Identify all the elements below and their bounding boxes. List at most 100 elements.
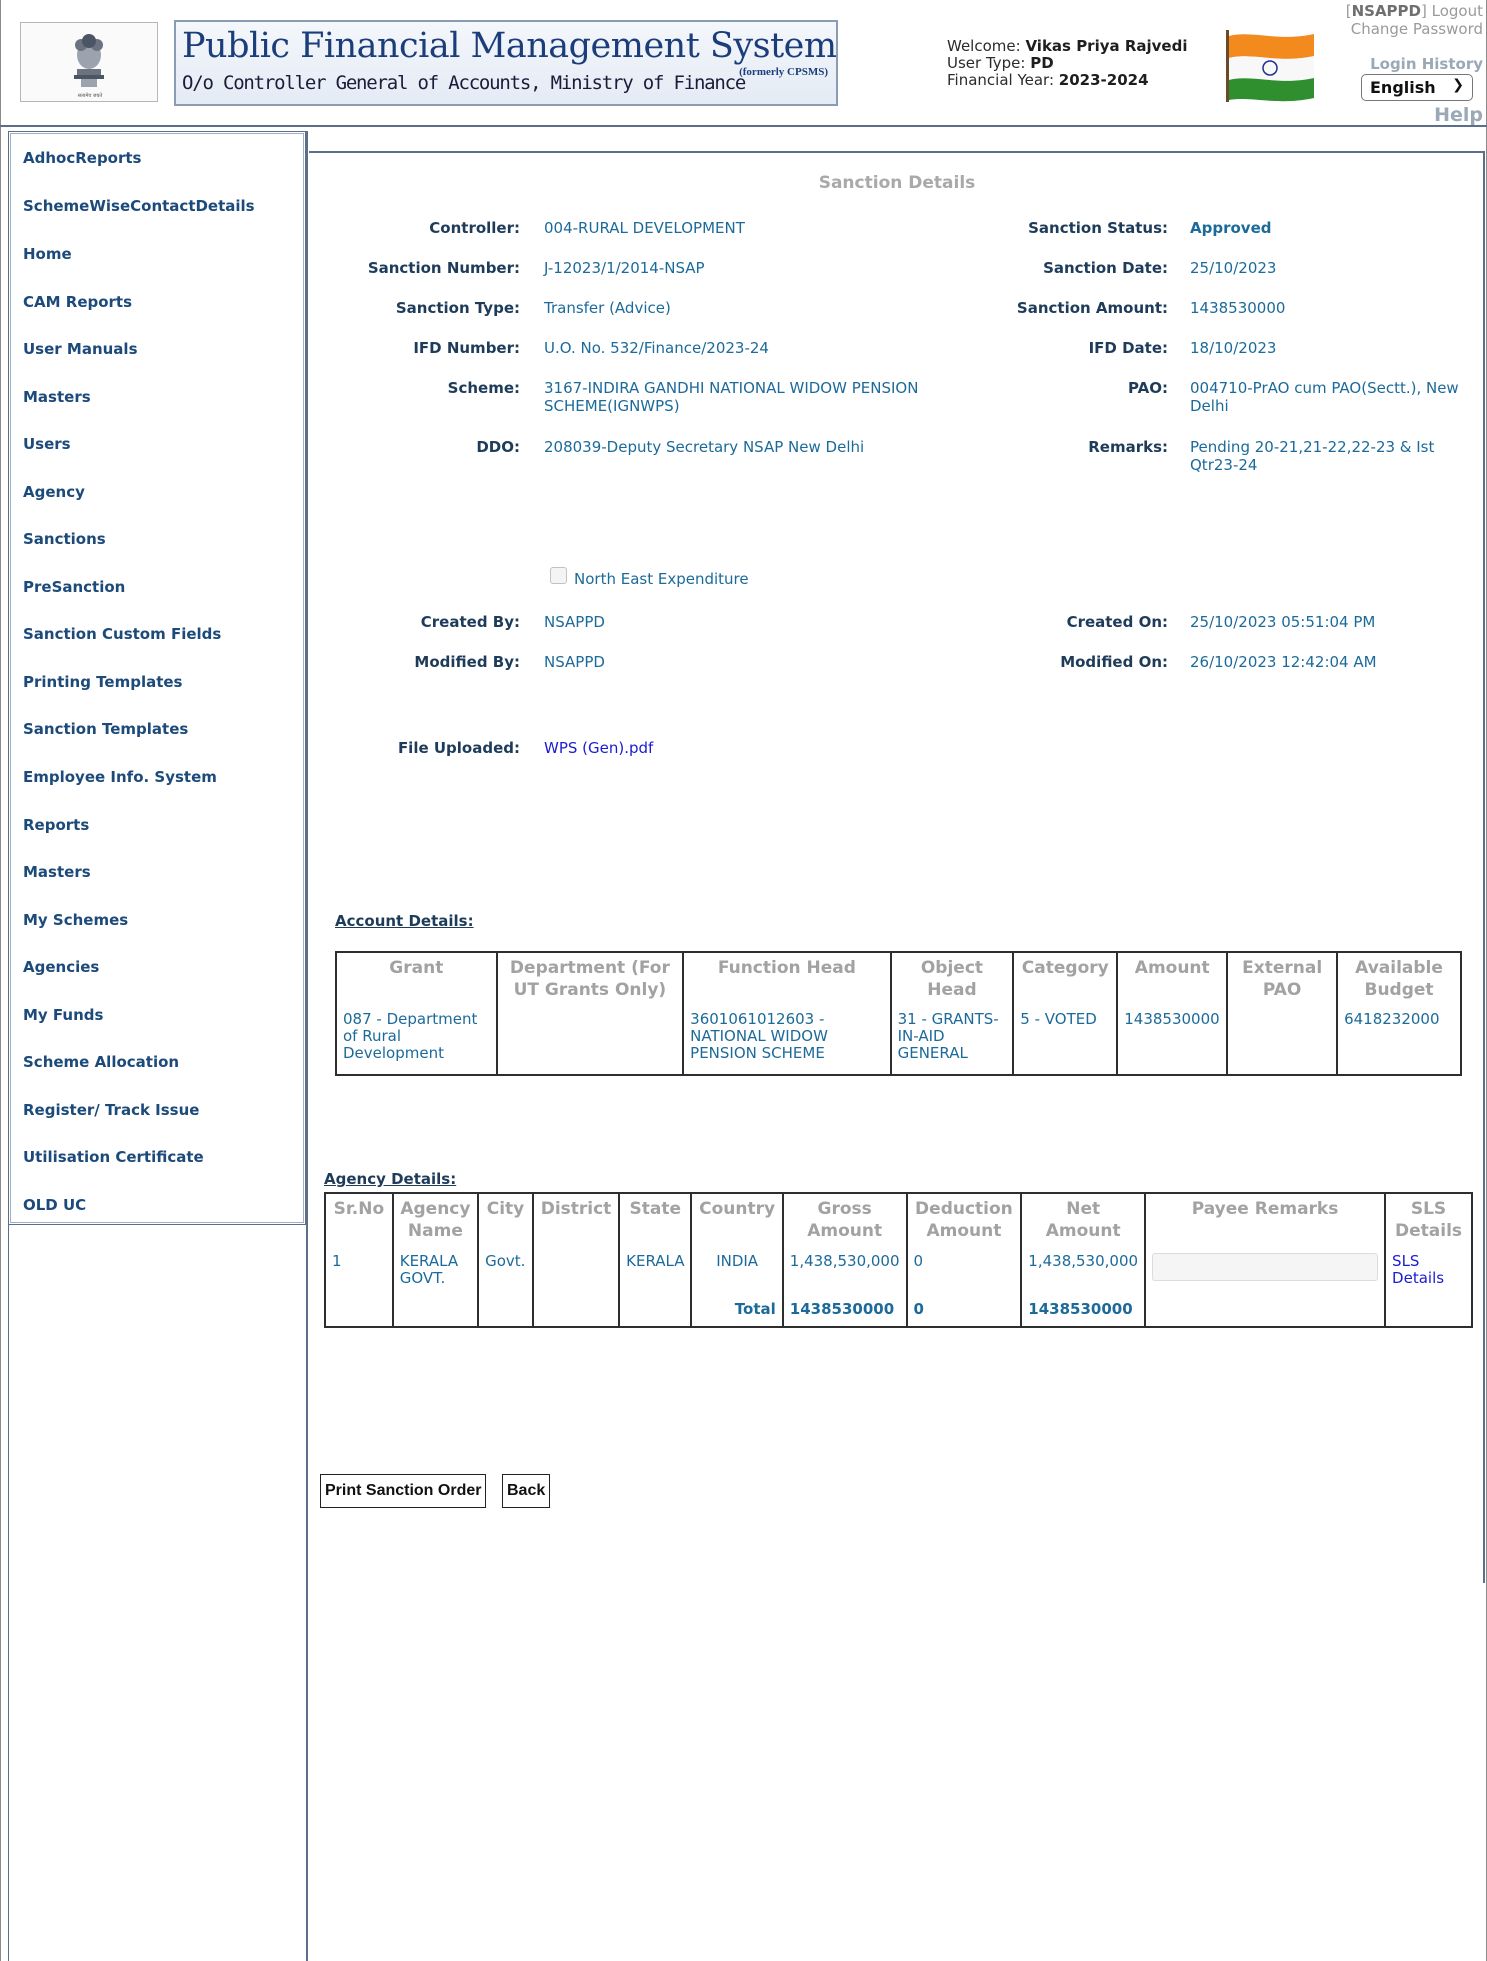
help-link[interactable]: Help (1434, 104, 1483, 126)
sidebar-item-users[interactable]: Users (23, 435, 71, 453)
content-top-border (309, 151, 1485, 153)
sanction-amount-value: 1438530000 (1190, 299, 1286, 317)
sls-details-header: SLS Details (1384, 1193, 1473, 1250)
sidebar-item-home[interactable]: Home (23, 245, 72, 263)
sls-details-link[interactable]: SLS Details (1392, 1252, 1444, 1287)
sidebar-item-my-funds[interactable]: My Funds (23, 1006, 103, 1024)
sidebar-item-old-uc[interactable]: OLD UC (23, 1196, 86, 1214)
back-button[interactable]: Back (502, 1474, 551, 1508)
payee-remarks-input[interactable] (1152, 1253, 1379, 1282)
modified-by-value: NSAPPD (544, 653, 605, 671)
agency-details-title: Agency Details: (324, 1170, 457, 1188)
city-cell: Govt. (477, 1249, 534, 1298)
sidebar-item-agency[interactable]: Agency (23, 483, 85, 501)
city-header: City (477, 1193, 534, 1250)
gross-amount-cell: 1,438,530,000 (781, 1249, 908, 1298)
sidebar-item-utilisation-certificate[interactable]: Utilisation Certificate (23, 1148, 204, 1166)
modified-on-label: Modified On: (1060, 653, 1168, 671)
category-header: Category (1012, 952, 1119, 1008)
agency-header-row: Sr.No Agency Name City District State Co… (324, 1193, 1473, 1250)
total-empty-2 (391, 1297, 480, 1327)
north-east-expenditure-checkbox[interactable] (550, 567, 567, 584)
sr-no-cell: 1 (324, 1249, 394, 1298)
modified-by-label: Modified By: (414, 653, 520, 671)
controller-label: Controller: (429, 219, 520, 237)
welcome-name: Vikas Priya Rajvedi (1025, 37, 1188, 55)
net-amount-header: Net Amount (1020, 1193, 1147, 1250)
login-history-link[interactable]: Login History (1370, 55, 1483, 73)
ddo-value: 208039-Deputy Secretary NSAP New Delhi (544, 438, 865, 456)
modified-on-value: 26/10/2023 12:42:04 AM (1190, 653, 1377, 671)
username: NSAPPD (1351, 2, 1421, 20)
department-header: Department (For UT Grants Only) (495, 952, 685, 1008)
total-empty-6 (1144, 1297, 1387, 1327)
file-uploaded-label: File Uploaded: (397, 739, 520, 757)
language-select[interactable]: English ❯ (1361, 74, 1473, 101)
sidebar-item-user-manuals[interactable]: User Manuals (23, 340, 138, 358)
chevron-down-icon: ❯ (1452, 77, 1464, 93)
remarks-value: Pending 20-21,21-22,22-23 & Ist Qtr23-24 (1190, 438, 1435, 474)
user-type: PD (1030, 54, 1054, 72)
sidebar-item-masters[interactable]: Masters (23, 388, 91, 406)
change-password-link[interactable]: Change Password (1303, 20, 1483, 38)
amount-cell: 1438530000 (1116, 1007, 1229, 1075)
sidebar-item-adhoc-reports[interactable]: AdhocReports (23, 149, 141, 167)
sidebar-item-register-track-issue[interactable]: Register/ Track Issue (23, 1101, 199, 1119)
language-value: English (1370, 78, 1436, 97)
logout-link[interactable]: Logout (1432, 2, 1483, 20)
sidebar-item-printing-templates[interactable]: Printing Templates (23, 673, 182, 691)
sidebar-item-sanctions[interactable]: Sanctions (23, 530, 106, 548)
sidebar-item-scheme-wise-contact-details[interactable]: SchemeWiseContactDetails (23, 197, 255, 215)
function-head-header: Function Head (682, 952, 892, 1008)
controller-value: 004-RURAL DEVELOPMENT (544, 219, 745, 237)
sidebar-item-masters-2[interactable]: Masters (23, 863, 91, 881)
sidebar-item-presanction[interactable]: PreSanction (23, 578, 125, 596)
sidebar-item-reports[interactable]: Reports (23, 816, 89, 834)
sidebar-item-my-schemes[interactable]: My Schemes (23, 911, 128, 929)
sanction-date-value: 25/10/2023 (1190, 259, 1277, 277)
scheme-label: Scheme: (447, 379, 520, 397)
sanction-status-label: Sanction Status: (1028, 219, 1168, 237)
india-flag-icon (1226, 30, 1314, 102)
department-cell (495, 1007, 685, 1075)
deduction-amount-cell: 0 (905, 1249, 1023, 1298)
grant-cell: 087 - Department of Rural Development (335, 1007, 498, 1075)
welcome-label: Welcome: (947, 37, 1021, 55)
sanction-type-label: Sanction Type: (395, 299, 520, 317)
sanction-number-value: J-12023/1/2014-NSAP (544, 259, 705, 277)
object-head-cell: 31 - GRANTS-IN-AID GENERAL (889, 1007, 1015, 1075)
table-row: 1 KERALA GOVT. Govt. KERALA INDIA 1,438,… (324, 1249, 1473, 1298)
sidebar-item-agencies[interactable]: Agencies (23, 958, 99, 976)
total-empty-7 (1384, 1297, 1473, 1327)
total-row: Total 1438530000 0 1438530000 (324, 1297, 1473, 1327)
uploaded-file-link[interactable]: WPS (Gen).pdf (544, 739, 653, 757)
sidebar-item-sanction-templates[interactable]: Sanction Templates (23, 720, 188, 738)
created-on-label: Created On: (1066, 613, 1168, 631)
sidebar-menu: AdhocReports SchemeWiseContactDetails Ho… (8, 131, 306, 1225)
sanction-number-label: Sanction Number: (367, 259, 520, 277)
deduction-amount-header: Deduction Amount (905, 1193, 1023, 1250)
account-details-title: Account Details: (335, 912, 474, 930)
print-sanction-order-button[interactable]: Print Sanction Order (320, 1474, 487, 1508)
banner-subtitle: O/o Controller General of Accounts, Mini… (182, 72, 746, 94)
country-header: Country (690, 1193, 784, 1250)
sls-details-cell: SLS Details (1384, 1249, 1473, 1298)
district-header: District (531, 1193, 621, 1250)
payee-remarks-header: Payee Remarks (1144, 1193, 1387, 1250)
state-cell: KERALA (618, 1249, 693, 1298)
table-row: 087 - Department of Rural Development 36… (335, 1007, 1462, 1075)
sidebar-divider (306, 131, 309, 1961)
banner-formerly: (formerly CPSMS) (739, 66, 828, 78)
sidebar-item-cam-reports[interactable]: CAM Reports (23, 293, 132, 311)
category-cell: 5 - VOTED (1012, 1007, 1119, 1075)
sanction-type-value: Transfer (Advice) (544, 299, 671, 317)
total-empty-4 (531, 1297, 621, 1327)
sidebar-item-employee-info-system[interactable]: Employee Info. System (23, 768, 217, 786)
sidebar-item-sanction-custom-fields[interactable]: Sanction Custom Fields (23, 625, 221, 643)
total-label: Total (690, 1297, 784, 1327)
sanction-date-label: Sanction Date: (1043, 259, 1168, 277)
external-pao-cell (1226, 1007, 1339, 1075)
username-bracket-close: ] (1421, 2, 1427, 20)
sidebar-item-scheme-allocation[interactable]: Scheme Allocation (23, 1053, 179, 1071)
sanction-status-value: Approved (1190, 219, 1272, 237)
